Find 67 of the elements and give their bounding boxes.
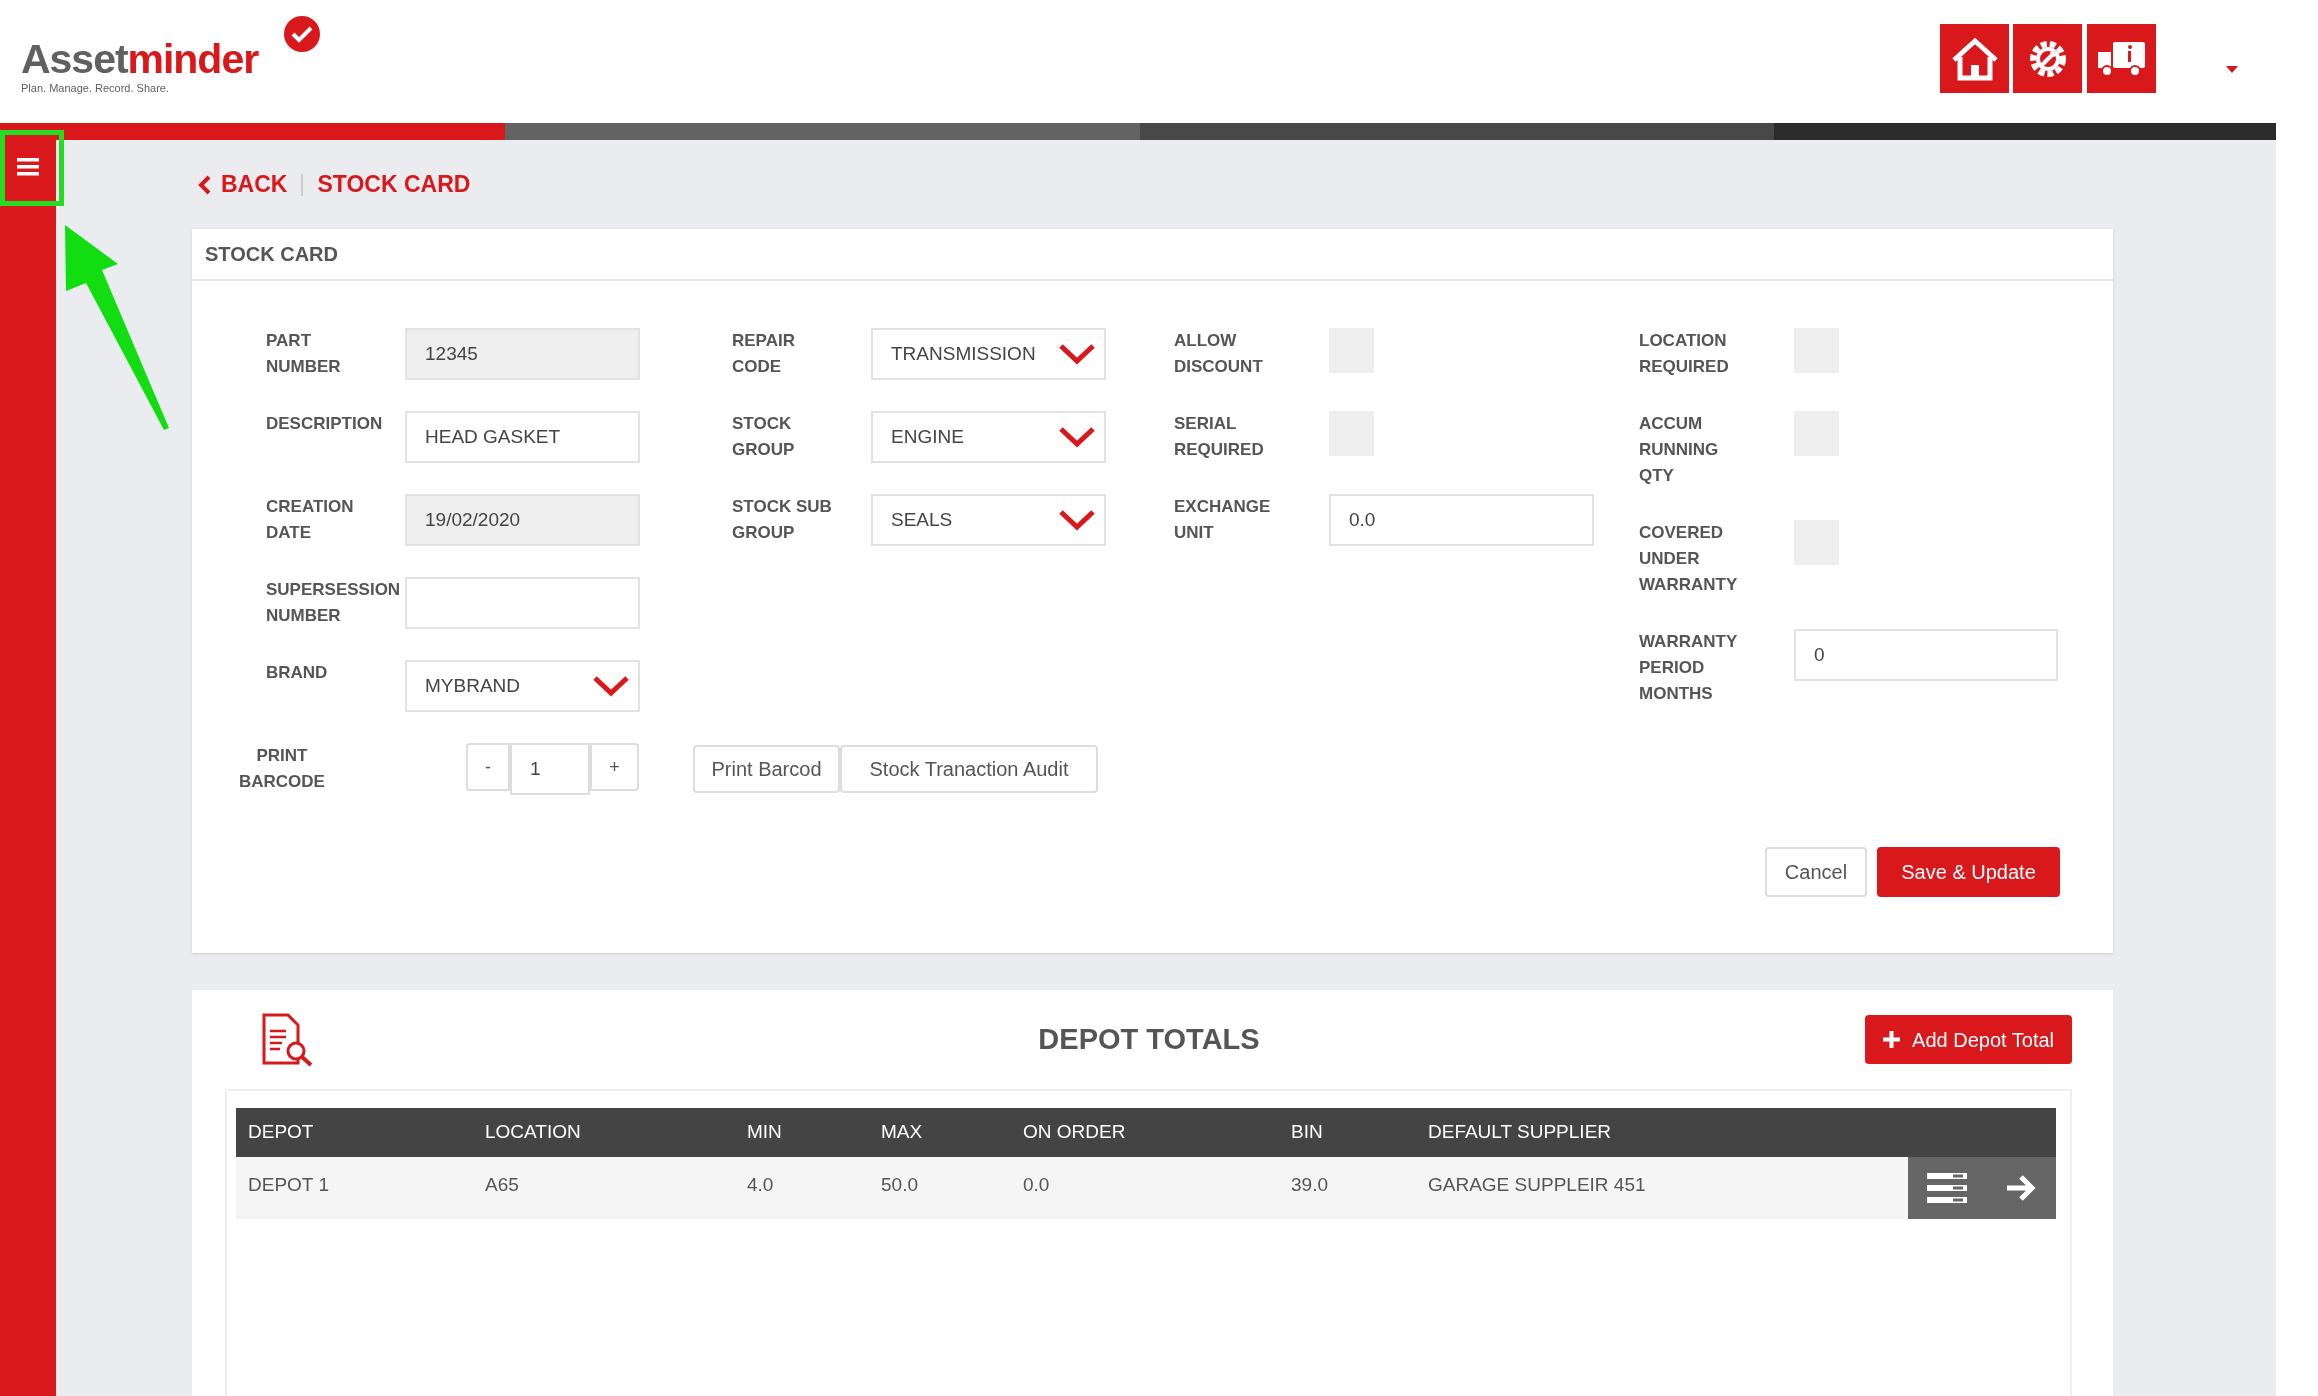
table-cell: GARAGE SUPPLEIR 451 bbox=[1428, 1174, 1646, 1195]
table-cell: A65 bbox=[485, 1174, 519, 1195]
chevron-down-icon bbox=[592, 675, 630, 697]
logo-tagline: Plan. Manage. Record. Share. bbox=[21, 81, 169, 96]
text-field[interactable]: HEAD GASKET bbox=[405, 411, 640, 463]
dropdown[interactable]: SEALS bbox=[871, 494, 1106, 546]
chevron-down-icon bbox=[1058, 426, 1096, 448]
cancel-button[interactable]: Cancel bbox=[1765, 847, 1867, 897]
home-button[interactable] bbox=[1940, 24, 2009, 93]
field-label: EXCHANGE UNIT bbox=[1174, 496, 1272, 544]
column-header: DEFAULT SUPPLIER bbox=[1428, 1121, 1612, 1143]
field-label: STOCK GROUP bbox=[732, 413, 796, 461]
truck-info-button[interactable] bbox=[2087, 24, 2156, 93]
decrement-button[interactable]: - bbox=[466, 743, 510, 791]
table-cell: 4.0 bbox=[747, 1174, 774, 1195]
text-field[interactable]: 0 bbox=[1794, 629, 2058, 681]
document-search-icon bbox=[260, 1012, 314, 1067]
panel-title: STOCK CARD bbox=[205, 242, 338, 267]
chevron-down-icon bbox=[1058, 509, 1096, 531]
action-button[interactable]: Stock Tranaction Audit bbox=[840, 745, 1098, 793]
field-label: SERIAL REQUIRED bbox=[1174, 413, 1265, 461]
column-header: MAX bbox=[881, 1121, 923, 1143]
add-depot-total-button[interactable]: Add Depot Total bbox=[1865, 1015, 2072, 1064]
table-cell: 0.0 bbox=[1023, 1174, 1050, 1195]
arrow-right-icon[interactable] bbox=[2005, 1173, 2037, 1203]
field-label: ACCUM RUNNING QTY bbox=[1639, 413, 1720, 487]
list-icon[interactable] bbox=[1927, 1173, 1967, 1203]
field-label: PRINT BARCODE bbox=[238, 745, 326, 793]
plus-icon bbox=[1883, 1031, 1901, 1048]
text-field[interactable]: 0.0 bbox=[1329, 494, 1594, 546]
column-header: BIN bbox=[1291, 1121, 1323, 1143]
field-label: CREATION DATE bbox=[266, 496, 355, 544]
field-label: LOCATION REQUIRED bbox=[1639, 330, 1730, 378]
check-badge-icon bbox=[283, 15, 321, 53]
back-link[interactable]: BACK bbox=[198, 167, 288, 202]
logo-wordmark: Assetminder bbox=[21, 37, 259, 81]
field-label: ALLOW DISCOUNT bbox=[1174, 330, 1264, 378]
field-label: DESCRIPTION bbox=[266, 413, 384, 435]
field-label: STOCK SUB GROUP bbox=[732, 496, 833, 544]
column-header: ON ORDER bbox=[1023, 1121, 1126, 1143]
chevron-left-icon bbox=[198, 174, 211, 195]
table-cell: 39.0 bbox=[1291, 1174, 1328, 1195]
action-button[interactable]: Print Barcod bbox=[693, 745, 840, 793]
dropdown[interactable]: ENGINE bbox=[871, 411, 1106, 463]
quantity-field[interactable]: 1 bbox=[510, 743, 590, 795]
caret-icon[interactable] bbox=[2226, 66, 2238, 73]
increment-button[interactable]: + bbox=[590, 743, 639, 791]
field-label: COVERED UNDER WARRANTY bbox=[1639, 522, 1739, 596]
field-label: PART NUMBER bbox=[266, 330, 342, 378]
field-label: BRAND bbox=[266, 662, 329, 684]
table-cell: DEPOT 1 bbox=[248, 1174, 329, 1195]
dropdown[interactable]: MYBRAND bbox=[405, 660, 640, 712]
table-cell: 50.0 bbox=[881, 1174, 918, 1195]
dropdown[interactable]: TRANSMISSION bbox=[871, 328, 1106, 380]
field-label: WARRANTY PERIOD MONTHS bbox=[1639, 631, 1739, 705]
column-header: LOCATION bbox=[485, 1121, 581, 1143]
panel-title: DEPOT TOTALS bbox=[1037, 1021, 1261, 1057]
chevron-down-icon bbox=[1058, 343, 1096, 365]
field-label: REPAIR CODE bbox=[732, 330, 796, 378]
column-header: DEPOT bbox=[248, 1121, 314, 1143]
breadcrumb-current: STOCK CARD bbox=[317, 170, 471, 200]
menu-icon bbox=[17, 158, 39, 176]
text-field[interactable] bbox=[405, 577, 640, 629]
field-label: SUPERSESSION NUMBER bbox=[266, 579, 402, 627]
settings-button[interactable] bbox=[2013, 24, 2082, 93]
save-button[interactable]: Save & Update bbox=[1877, 847, 2060, 897]
column-header: MIN bbox=[747, 1121, 782, 1143]
